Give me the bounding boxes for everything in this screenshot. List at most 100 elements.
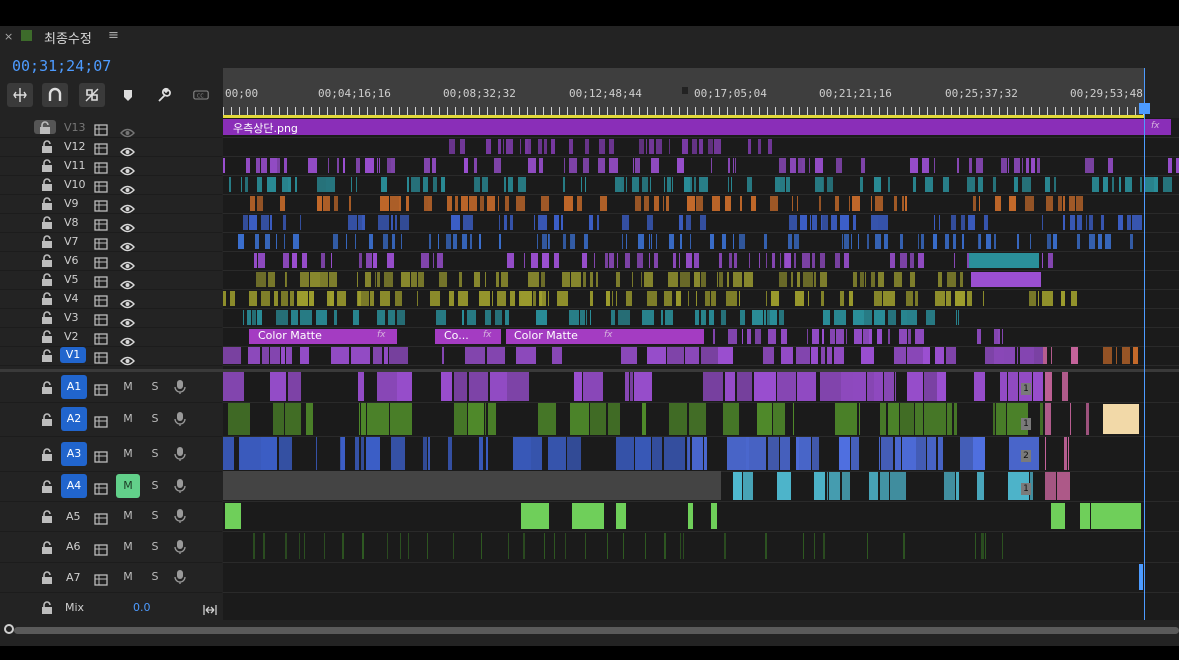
- clip[interactable]: [1122, 347, 1130, 364]
- clip[interactable]: [714, 139, 721, 154]
- clip[interactable]: [680, 272, 690, 287]
- clip[interactable]: [690, 177, 692, 192]
- clip[interactable]: [273, 403, 284, 435]
- clip[interactable]: [650, 177, 651, 192]
- clip[interactable]: [421, 253, 429, 268]
- clip[interactable]: [883, 291, 895, 306]
- clip[interactable]: [538, 139, 542, 154]
- clip[interactable]: [583, 372, 603, 401]
- clip[interactable]: [462, 310, 464, 325]
- clip[interactable]: [626, 291, 632, 306]
- eye-icon[interactable]: [120, 161, 135, 176]
- clip[interactable]: [701, 310, 706, 325]
- clip[interactable]: [831, 215, 837, 230]
- clip[interactable]: [267, 177, 276, 192]
- clip[interactable]: [934, 158, 935, 173]
- sequence-tab-title[interactable]: 최종수정: [44, 28, 92, 47]
- clip[interactable]: [596, 272, 598, 287]
- clip[interactable]: [1045, 403, 1051, 435]
- clip[interactable]: [461, 196, 468, 211]
- clip[interactable]: [243, 310, 244, 325]
- clip[interactable]: [734, 253, 737, 268]
- captions-icon[interactable]: CC: [188, 83, 214, 107]
- clip[interactable]: [238, 234, 244, 249]
- clip[interactable]: [1017, 347, 1018, 364]
- clip[interactable]: [938, 272, 942, 287]
- clip[interactable]: [874, 291, 882, 306]
- clip[interactable]: [906, 291, 913, 306]
- clip[interactable]: [349, 196, 351, 211]
- clip[interactable]: [895, 437, 901, 470]
- clip[interactable]: [821, 291, 824, 306]
- clip[interactable]: 우측상단.png fx: [223, 119, 1171, 135]
- clip[interactable]: [794, 253, 796, 268]
- clip[interactable]: [724, 533, 726, 559]
- clip[interactable]: [733, 472, 742, 500]
- clip[interactable]: [781, 329, 787, 344]
- track-name[interactable]: V12: [64, 140, 86, 153]
- voiceover-mic-icon[interactable]: [174, 446, 186, 462]
- clip[interactable]: [722, 234, 726, 249]
- track-name[interactable]: A7: [66, 571, 81, 584]
- clip[interactable]: [1071, 291, 1077, 306]
- clip[interactable]: [594, 253, 595, 268]
- clip[interactable]: [357, 272, 358, 287]
- clip[interactable]: [651, 234, 652, 249]
- clip[interactable]: [494, 158, 501, 173]
- clip[interactable]: [687, 196, 695, 211]
- solo-button[interactable]: S: [143, 375, 167, 399]
- clip[interactable]: [531, 437, 542, 470]
- clip[interactable]: [334, 196, 338, 211]
- clip[interactable]: [699, 139, 703, 154]
- clip[interactable]: [1061, 291, 1065, 306]
- clip[interactable]: [230, 291, 235, 306]
- clip[interactable]: [647, 215, 653, 230]
- clip[interactable]: [616, 272, 620, 287]
- clip[interactable]: [902, 196, 904, 211]
- video-audio-divider[interactable]: [0, 369, 1179, 372]
- clip[interactable]: [1025, 196, 1034, 211]
- clip[interactable]: [977, 329, 981, 344]
- clip[interactable]: [548, 291, 549, 306]
- clip[interactable]: [764, 310, 766, 325]
- lock-icon[interactable]: [40, 253, 54, 267]
- clip[interactable]: [667, 177, 671, 192]
- voiceover-mic-icon[interactable]: [174, 411, 186, 427]
- clip[interactable]: [649, 234, 650, 249]
- clip[interactable]: [642, 177, 648, 192]
- clip[interactable]: [442, 347, 444, 364]
- clip[interactable]: [725, 372, 735, 401]
- clip[interactable]: [923, 347, 930, 364]
- sync-lock-icon[interactable]: [94, 571, 108, 586]
- clip[interactable]: [1130, 234, 1133, 249]
- clip[interactable]: [1089, 215, 1093, 230]
- clip[interactable]: [397, 310, 405, 325]
- clip[interactable]: [626, 177, 627, 192]
- clip[interactable]: [329, 272, 337, 287]
- clip[interactable]: [871, 272, 875, 287]
- clip[interactable]: [513, 437, 531, 470]
- clip[interactable]: [388, 310, 395, 325]
- clip[interactable]: [1020, 347, 1034, 364]
- clip[interactable]: [945, 234, 949, 249]
- clip[interactable]: [373, 347, 382, 364]
- clip[interactable]: [1048, 253, 1053, 268]
- clip[interactable]: [685, 347, 699, 364]
- clip[interactable]: [563, 234, 566, 249]
- clip[interactable]: [254, 253, 257, 268]
- clip[interactable]: [1004, 347, 1015, 364]
- sync-lock-icon[interactable]: [94, 381, 108, 396]
- clip[interactable]: [1118, 215, 1123, 230]
- clip[interactable]: [563, 177, 565, 192]
- clip[interactable]: [446, 234, 451, 249]
- clip[interactable]: [1053, 234, 1057, 249]
- clip[interactable]: [424, 158, 430, 173]
- clip[interactable]: [1014, 177, 1018, 192]
- clip[interactable]: [468, 403, 484, 435]
- clip[interactable]: [926, 310, 935, 325]
- clip[interactable]: [649, 253, 650, 268]
- clip[interactable]: [611, 310, 615, 325]
- clip[interactable]: [584, 234, 588, 249]
- clip[interactable]: [688, 291, 689, 306]
- eye-icon[interactable]: [120, 275, 135, 290]
